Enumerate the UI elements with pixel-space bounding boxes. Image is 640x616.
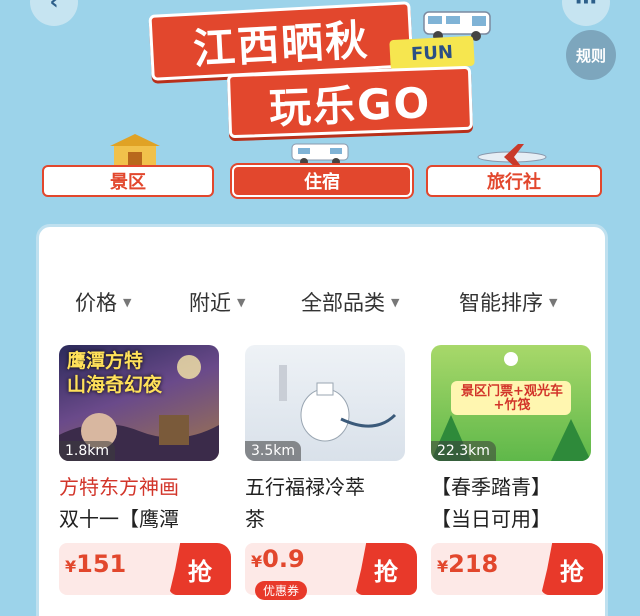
yen-symbol: ¥ — [251, 552, 263, 571]
rules-button[interactable]: 规则 — [566, 30, 616, 80]
filter-label: 附近 — [189, 291, 231, 315]
yen-symbol: ¥ — [437, 557, 449, 576]
product-title[interactable]: 五行福禄冷萃 茶 — [245, 471, 415, 535]
price-value: 151 — [76, 550, 127, 578]
filter-label: 价格 — [75, 291, 117, 315]
more-icon: ⋯ — [575, 0, 597, 15]
tab-scenic[interactable]: 景区 — [42, 165, 214, 197]
fun-tag: FUN — [389, 35, 475, 71]
product-card[interactable]: 鹰潭方特 山海奇幻夜 1.8km 方特东方神画 双十一【鹰潭 ¥151 抢 — [59, 345, 231, 595]
product-title[interactable]: 方特东方神画 双十一【鹰潭 — [59, 471, 229, 535]
title-line1: 【春季踏青】 — [431, 475, 551, 499]
product-image[interactable]: 鹰潭方特 山海奇幻夜 1.8km — [59, 345, 219, 461]
caret-down-icon: ▼ — [123, 295, 132, 309]
back-button[interactable]: ‹ — [30, 0, 78, 26]
filter-category[interactable]: 全部品类 ▼ — [301, 287, 399, 317]
product-image[interactable]: 3.5km — [245, 345, 405, 461]
product-panel: 价格 ▼ 附近 ▼ 全部品类 ▼ 智能排序 ▼ 鹰潭方特 山海奇幻夜 1.8km 方特东… — [36, 224, 608, 616]
product-title[interactable]: 【春季踏青】 【当日可用】 — [431, 471, 601, 535]
filter-nearby[interactable]: 附近 ▼ — [189, 287, 245, 317]
caret-down-icon: ▼ — [391, 295, 400, 309]
distance-badge: 3.5km — [245, 441, 302, 461]
price: ¥218 — [437, 550, 498, 578]
thumb-caption: 景区门票+观光车+竹筏 — [461, 384, 563, 413]
product-card[interactable]: 3.5km 五行福禄冷萃 茶 ¥0.9 优惠券 抢 — [245, 345, 417, 600]
temple-icon — [110, 134, 160, 166]
caret-down-icon: ▼ — [237, 295, 246, 309]
caret-down-icon: ▼ — [549, 295, 558, 309]
rv-icon — [291, 143, 349, 166]
title-line2: 茶 — [245, 507, 265, 531]
title-line2: 双十一【鹰潭 — [59, 507, 179, 531]
product-card[interactable]: 景区门票+观光车+竹筏 22.3km 【春季踏青】 【当日可用】 ¥218 抢 — [431, 345, 603, 595]
distance-badge: 1.8km — [59, 441, 116, 461]
filter-bar: 价格 ▼ 附近 ▼ 全部品类 ▼ 智能排序 ▼ — [39, 287, 605, 317]
distance-badge: 22.3km — [431, 441, 496, 461]
tab-lodging[interactable]: 住宿 — [232, 165, 412, 197]
filter-price[interactable]: 价格 ▼ — [75, 287, 131, 317]
filter-sort[interactable]: 智能排序 ▼ — [459, 287, 557, 317]
yen-symbol: ¥ — [65, 557, 77, 576]
tab-travel-agency[interactable]: 旅行社 — [426, 165, 602, 197]
price-value: 218 — [448, 550, 499, 578]
more-button[interactable]: ⋯ — [562, 0, 610, 26]
chevron-left-icon: ‹ — [49, 0, 59, 15]
product-image[interactable]: 景区门票+观光车+竹筏 22.3km — [431, 345, 591, 461]
banner-title-line2: 玩乐GO — [226, 65, 474, 139]
filter-label: 全部品类 — [301, 291, 385, 315]
price-value: 0.9 — [262, 545, 305, 573]
title-line1: 五行福禄冷萃 — [245, 475, 365, 499]
filter-label: 智能排序 — [459, 291, 543, 315]
title-line2: 【当日可用】 — [431, 507, 551, 531]
title-line1: 方特东方神画 — [59, 475, 179, 499]
price: ¥151 — [65, 550, 126, 578]
thumb-caption: 鹰潭方特 山海奇幻夜 — [67, 350, 163, 396]
price: ¥0.9 — [251, 545, 305, 573]
coupon-badge[interactable]: 优惠券 — [255, 581, 308, 600]
